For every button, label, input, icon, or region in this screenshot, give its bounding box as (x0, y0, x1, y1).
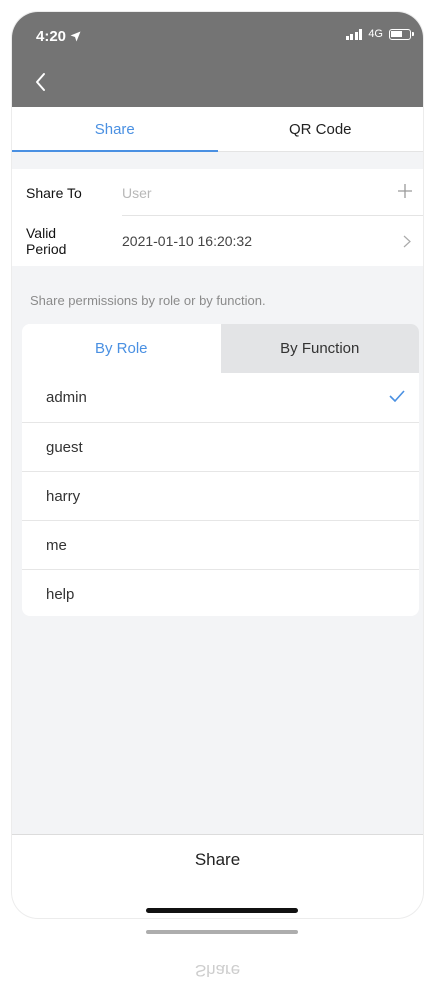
valid-period-label-line2: Period (26, 241, 67, 257)
home-indicator[interactable] (146, 908, 298, 913)
role-name: harry (46, 487, 81, 505)
battery-icon (389, 28, 414, 40)
share-to-input[interactable]: User (122, 185, 423, 201)
share-to-row[interactable]: Share To User (12, 169, 423, 216)
share-form: Share To User Valid Period 2021-01-10 16… (12, 169, 423, 266)
tab-qr-code[interactable]: QR Code (218, 107, 424, 151)
phone-screen: 4:20 4G Share QR Code Share To User Vali… (12, 12, 423, 918)
valid-period-value: 2021-01-10 16:20:32 (122, 233, 252, 249)
permission-card: By Role By Function admin guest harry me… (22, 324, 419, 616)
share-to-label: Share To (26, 184, 82, 201)
permission-tabs: By Role By Function (22, 324, 419, 373)
checkmark-icon (389, 390, 405, 402)
tab-share[interactable]: Share (12, 107, 218, 152)
network-label: 4G (368, 28, 383, 40)
signal-icon (345, 28, 363, 40)
tab-bar: Share QR Code (12, 107, 423, 152)
status-indicators: 4G (345, 28, 414, 40)
location-arrow-icon (70, 31, 81, 42)
role-name: guest (46, 438, 83, 456)
back-button[interactable] (30, 70, 54, 94)
valid-period-label-line1: Valid (26, 225, 57, 241)
plus-icon[interactable] (397, 183, 413, 199)
valid-period-row[interactable]: Valid Period 2021-01-10 16:20:32 (12, 216, 423, 266)
reflection-home-indicator (146, 930, 298, 934)
chevron-right-icon (403, 235, 411, 248)
role-item-help[interactable]: help (22, 569, 419, 616)
status-time: 4:20 (36, 28, 81, 45)
role-name: admin (46, 389, 87, 406)
role-item-harry[interactable]: harry (22, 471, 419, 520)
role-item-me[interactable]: me (22, 520, 419, 569)
role-name: me (46, 536, 67, 554)
role-item-guest[interactable]: guest (22, 422, 419, 471)
header-bar: 4:20 4G (12, 12, 423, 107)
screen-reflection: Share (12, 918, 423, 994)
tab-by-role[interactable]: By Role (22, 324, 221, 373)
role-name: help (46, 585, 75, 603)
valid-period-label: Valid Period (26, 225, 122, 257)
permission-hint: Share permissions by role or by function… (30, 293, 266, 308)
status-time-text: 4:20 (36, 28, 67, 45)
role-list: admin guest harry me help (22, 373, 419, 616)
bottom-bar: Share (12, 834, 423, 918)
tab-by-function[interactable]: By Function (220, 324, 419, 373)
role-item-admin[interactable]: admin (22, 373, 419, 422)
chevron-left-icon (36, 73, 45, 91)
share-button[interactable]: Share (12, 835, 423, 885)
reflection-text: Share (194, 961, 241, 980)
